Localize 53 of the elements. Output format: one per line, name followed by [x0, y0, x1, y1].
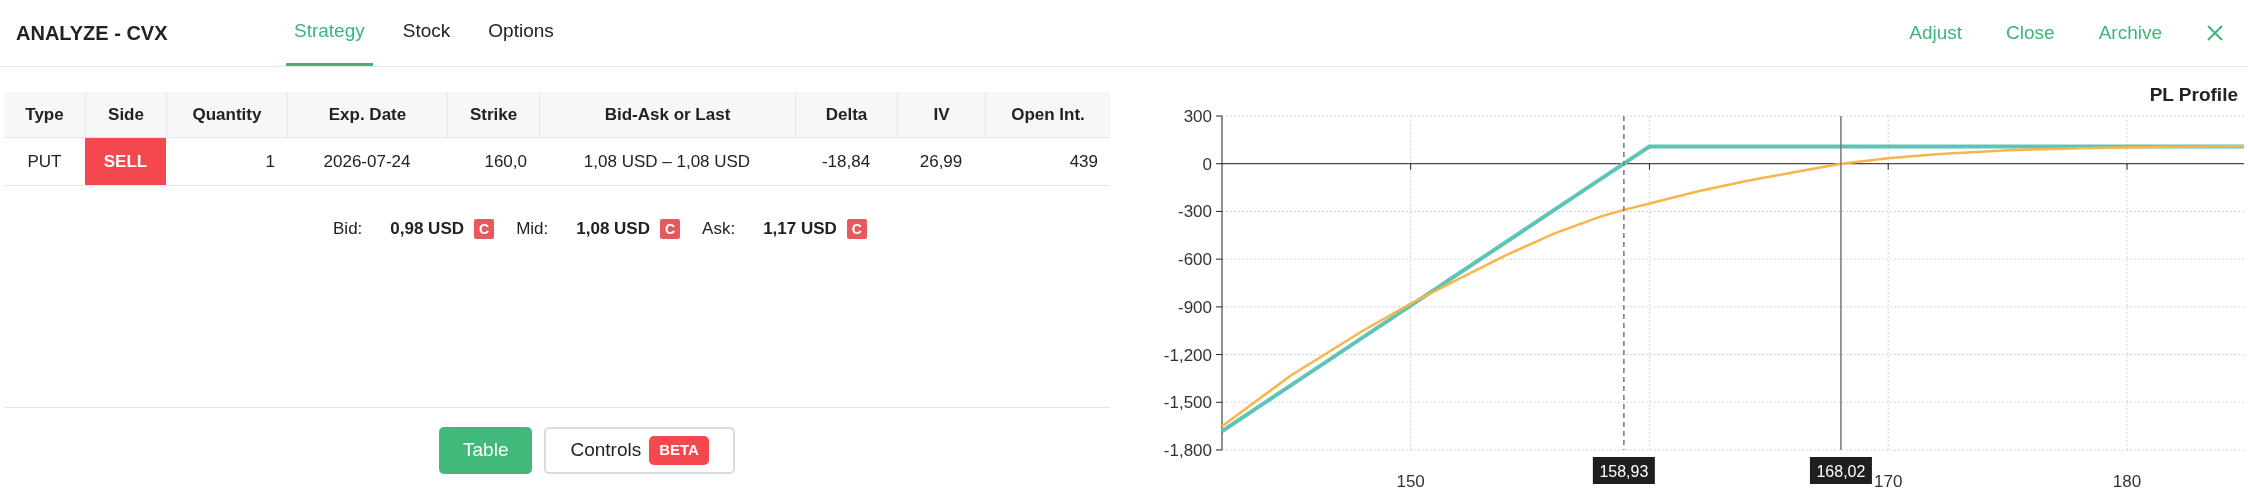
quote-value: 1,08 USD: [576, 218, 650, 240]
y-tick-label: -1,500: [1163, 393, 1212, 413]
quote-label: Ask:: [702, 218, 736, 240]
quote-label: Bid:: [333, 218, 363, 240]
table-cell-text: PUT: [26, 150, 63, 173]
table-cell-text: 439: [1068, 150, 1099, 173]
action-link[interactable]: Archive: [2098, 18, 2162, 48]
beta-badge: BETA: [649, 436, 709, 465]
column-header: Type: [24, 103, 65, 126]
quote-value: 0,98 USD: [390, 218, 464, 240]
column-header: Open Int.: [985, 92, 1110, 137]
quote-badge[interactable]: C: [846, 218, 867, 239]
y-tick-label: -900: [1177, 297, 1212, 317]
quote-value: 1,17 USD: [763, 218, 837, 240]
page-title: ANALYZE - CVX: [16, 21, 169, 46]
price-tag: 158,93: [1592, 457, 1655, 484]
y-tick-label: -300: [1177, 202, 1212, 222]
view-button[interactable]: Controls BETA: [544, 427, 735, 474]
column-header: Strike: [447, 92, 539, 137]
table-cell-text: 2026-07-24: [322, 150, 412, 173]
ref-line-label: 158,93: [1599, 463, 1649, 480]
column-header: Side: [85, 92, 166, 137]
x-tick-label: 180: [2112, 472, 2142, 491]
chart-title: PL Profile: [2149, 84, 2238, 105]
table-cell-text: 1,08 USD – 1,08 USD: [582, 150, 752, 173]
quote-badge[interactable]: C: [659, 218, 681, 239]
column-header: IV: [897, 92, 985, 137]
y-tick-label: -600: [1177, 250, 1212, 270]
x-tick-label: 150: [1396, 472, 1425, 491]
action-link[interactable]: Close: [2006, 18, 2055, 48]
price-tag: 168,02: [1809, 457, 1872, 484]
x-tick-label: 170: [1874, 472, 1903, 491]
y-tick-label: -1,800: [1163, 441, 1212, 460]
side-badge: SELL: [85, 138, 166, 185]
action-link[interactable]: Adjust: [1909, 18, 1963, 48]
ref-line-label: 168,02: [1816, 463, 1866, 480]
table-cell-text: 160,0: [483, 150, 528, 173]
tab[interactable]: Options: [480, 0, 562, 66]
column-header: Bid-Ask or Last: [539, 92, 795, 137]
y-tick-label: 300: [1183, 107, 1212, 126]
quote-label: Mid:: [516, 218, 549, 240]
y-tick-label: 0: [1202, 154, 1212, 174]
column-header: Exp. Date: [287, 92, 447, 137]
table-cell-text: 1: [264, 150, 276, 173]
column-header: Quantity: [166, 92, 287, 137]
table-cell-text: -18,84: [820, 150, 872, 173]
column-header: Delta: [795, 92, 897, 137]
tab[interactable]: Strategy: [286, 0, 373, 66]
table-cell-text: 26,99: [918, 150, 964, 173]
tab[interactable]: Stock: [394, 0, 459, 66]
quote-badge[interactable]: C: [474, 218, 495, 239]
view-button[interactable]: Table: [439, 427, 533, 474]
y-tick-label: -1,200: [1163, 345, 1212, 365]
